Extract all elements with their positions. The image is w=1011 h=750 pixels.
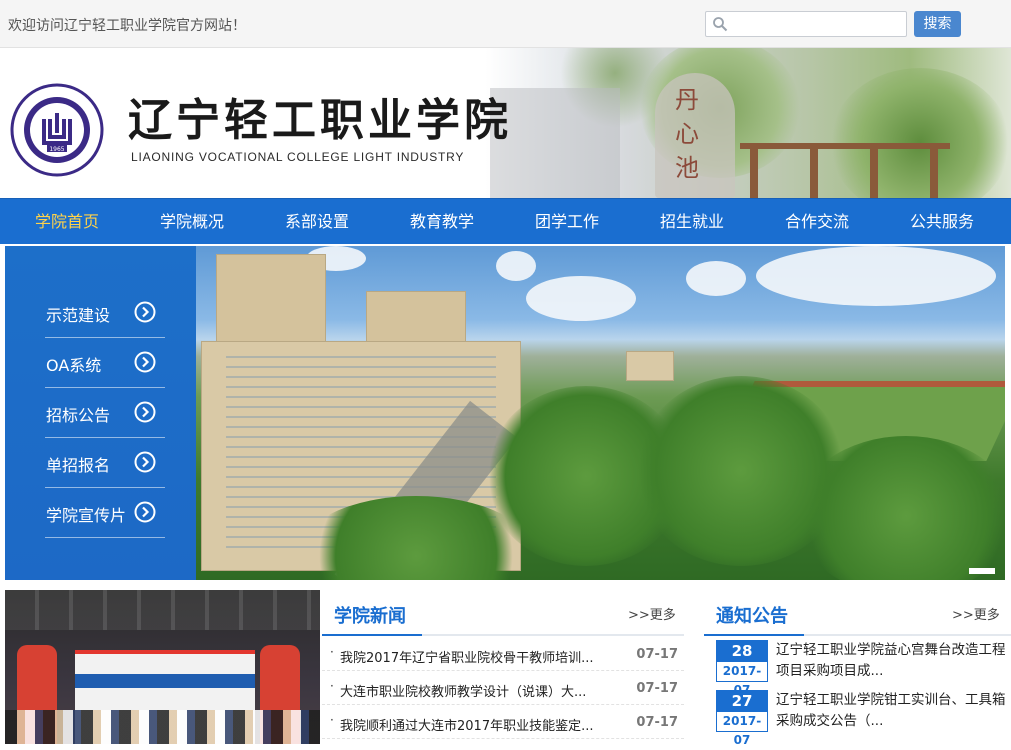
cloud: [526, 276, 636, 321]
notice-section-title: 通知公告: [716, 606, 788, 627]
notice-date: 28 2017-07: [716, 640, 768, 697]
group-of-people: [5, 710, 320, 744]
cloud: [686, 261, 746, 296]
cloud: [496, 251, 536, 281]
quick-link-tender[interactable]: 招标公告: [45, 388, 165, 438]
arrow-right-icon: [134, 501, 156, 523]
notice-day: 27: [717, 691, 767, 712]
quick-link-enroll[interactable]: 单招报名: [45, 438, 165, 488]
quick-link-label: 学院宣传片: [46, 506, 127, 525]
college-logo[interactable]: 1965: [10, 83, 104, 177]
news-item-date: 07-17: [636, 681, 678, 696]
search-input[interactable]: [705, 11, 907, 37]
news-item-date: 07-17: [636, 647, 678, 662]
news-item[interactable]: · 我院顺利通过大连市2017年职业技能鉴定... 07-17: [322, 705, 684, 739]
nav-item-admissions[interactable]: 招生就业: [637, 199, 747, 245]
notice-more-link[interactable]: >>更多: [952, 604, 1000, 623]
top-bar: 欢迎访问辽宁轻工职业学院官方网站！ 搜索: [0, 0, 1011, 48]
building: [626, 351, 674, 381]
slideshow-indicator[interactable]: [969, 568, 995, 574]
news-section-title: 学院新闻: [334, 606, 406, 627]
notice-year-month: 2017-07: [722, 714, 762, 747]
banner-pergola: [740, 143, 950, 198]
news-item-title: 我院2017年辽宁省职业院校骨干教师培训...: [340, 651, 594, 666]
news-item-title: 大连市职业院校教师教学设计（说课）大...: [340, 685, 587, 700]
cloud: [756, 246, 996, 306]
news-item-date: 07-17: [636, 715, 678, 730]
notice-year-month: 2017-07: [722, 664, 762, 697]
notice-day: 28: [717, 641, 767, 662]
news-item[interactable]: · 大连市职业院校教师教学设计（说课）大... 07-17: [322, 671, 684, 705]
college-news-section: 学院新闻 >>更多 · 我院2017年辽宁省职业院校骨干教师培训... 07-1…: [322, 590, 684, 744]
notice-item[interactable]: 27 2017-07 辽宁轻工职业学院钳工实训台、工具箱采购成交公告（...: [716, 690, 1011, 747]
notice-item-title: 辽宁轻工职业学院益心宫舞台改造工程项目采购项目成...: [776, 642, 1006, 679]
quick-links: 示范建设 OA系统 招标公告 单招报名 学院宣传片: [5, 246, 196, 580]
quick-link-label: 招标公告: [46, 406, 111, 425]
section-divider: [322, 634, 684, 636]
college-name-en: LIAONING VOCATIONAL COLLEGE LIGHT INDUST…: [131, 150, 465, 164]
nav-item-home[interactable]: 学院首页: [12, 199, 122, 245]
campus-slideshow-image[interactable]: [196, 246, 1005, 580]
notice-date: 27 2017-07: [716, 690, 768, 747]
logo-year: 1965: [49, 146, 64, 153]
nav-item-student-work[interactable]: 团学工作: [512, 199, 622, 245]
nav-item-education[interactable]: 教育教学: [387, 199, 497, 245]
banner-stone-text: 丹心池: [675, 86, 699, 182]
section-divider: [704, 634, 1011, 636]
notice-section: 通知公告 >>更多 28 2017-07 辽宁轻工职业学院益心宫舞台改造工程项目…: [704, 590, 1011, 747]
news-more-link[interactable]: >>更多: [628, 604, 676, 623]
quick-link-oa[interactable]: OA系统: [45, 338, 165, 388]
quick-link-label: 单招报名: [46, 456, 111, 475]
college-name-cn: 辽宁轻工职业学院: [128, 95, 512, 146]
quick-link-label: 示范建设: [46, 306, 111, 325]
search-button[interactable]: 搜索: [914, 11, 961, 37]
welcome-text: 欢迎访问辽宁轻工职业学院官方网站！: [8, 18, 246, 34]
nav-item-cooperation[interactable]: 合作交流: [762, 199, 872, 245]
nav-item-departments[interactable]: 系部设置: [262, 199, 372, 245]
arrow-right-icon: [134, 401, 156, 423]
arrow-right-icon: [134, 351, 156, 373]
notice-item[interactable]: 28 2017-07 辽宁轻工职业学院益心宫舞台改造工程项目采购项目成...: [716, 640, 1011, 697]
arrow-right-icon: [134, 451, 156, 473]
stage-lights: [5, 590, 320, 630]
nav-item-public-services[interactable]: 公共服务: [887, 199, 997, 245]
quick-link-label: OA系统: [46, 356, 102, 375]
notice-item-title: 辽宁轻工职业学院钳工实训台、工具箱采购成交公告（...: [776, 692, 1006, 729]
quick-link-demo[interactable]: 示范建设: [45, 288, 165, 338]
main-nav: 学院首页 学院概况 系部设置 教育教学 团学工作 招生就业 合作交流 公共服务: [0, 198, 1011, 244]
news-item[interactable]: · 我院2017年辽宁省职业院校骨干教师培训... 07-17: [322, 637, 684, 671]
arrow-right-icon: [134, 301, 156, 323]
nav-item-overview[interactable]: 学院概况: [137, 199, 247, 245]
search-icon: [713, 17, 728, 32]
quick-link-video[interactable]: 学院宣传片: [45, 488, 165, 538]
news-item-title: 我院顺利通过大连市2017年职业技能鉴定...: [340, 719, 594, 734]
news-feature-photo[interactable]: [5, 590, 320, 744]
